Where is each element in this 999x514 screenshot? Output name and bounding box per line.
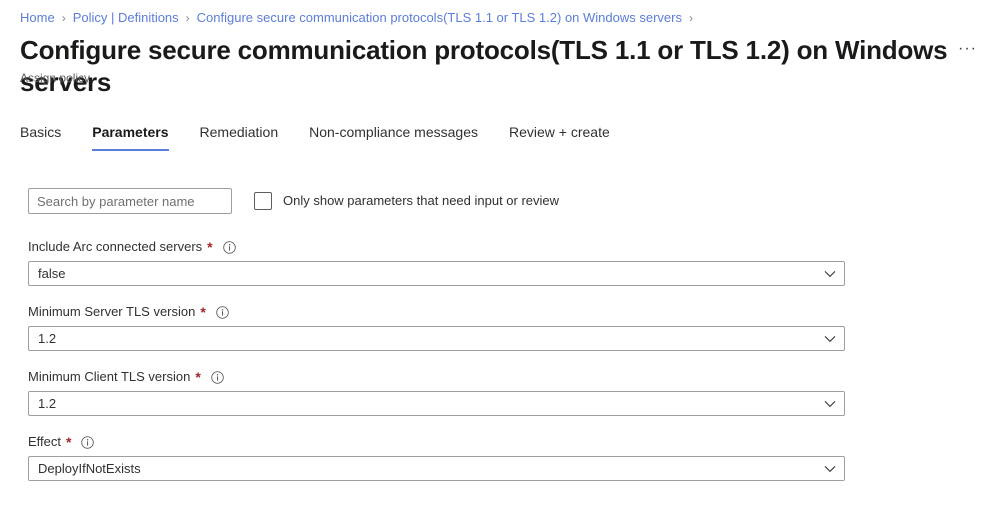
parameters-filter-row: Only show parameters that need input or … (28, 188, 979, 214)
minimum-server-tls-version-dropdown[interactable]: 1.2 (28, 326, 845, 351)
breadcrumb-item-policy-definition[interactable]: Configure secure communication protocols… (197, 9, 682, 27)
parameters-form: Include Arc connected servers * false Mi… (28, 238, 845, 481)
page-title: Configure secure communication protocols… (20, 35, 948, 97)
field-label: Minimum Client TLS version (28, 369, 191, 384)
breadcrumb-item-policy-definitions[interactable]: Policy | Definitions (73, 9, 179, 27)
field-label: Include Arc connected servers (28, 239, 203, 254)
info-icon[interactable] (211, 370, 224, 384)
info-icon[interactable] (216, 305, 229, 319)
field-minimum-server-tls-version: Minimum Server TLS version * 1.2 (28, 303, 845, 351)
breadcrumb: Home › Policy | Definitions › Configure … (20, 9, 979, 27)
minimum-client-tls-version-dropdown[interactable]: 1.2 (28, 391, 845, 416)
breadcrumb-separator-icon: › (185, 11, 190, 25)
page-subtitle: Assign policy (20, 71, 91, 85)
chevron-down-icon[interactable] (816, 327, 844, 350)
chevron-down-icon[interactable] (816, 262, 844, 285)
dropdown-selected-value: DeployIfNotExists (38, 461, 141, 476)
required-indicator: * (66, 434, 72, 450)
more-options-icon[interactable]: ··· (950, 34, 985, 64)
field-label-row: Minimum Client TLS version * (28, 368, 845, 386)
field-effect: Effect * DeployIfNotExists (28, 433, 845, 481)
tab-basics[interactable]: Basics (20, 122, 61, 151)
checkbox-label: Only show parameters that need input or … (283, 193, 560, 208)
field-include-arc-connected-servers: Include Arc connected servers * false (28, 238, 845, 286)
field-label: Effect (28, 434, 62, 449)
required-indicator: * (195, 369, 201, 385)
search-input[interactable] (28, 188, 232, 214)
field-label-row: Include Arc connected servers * (28, 238, 845, 256)
tab-parameters[interactable]: Parameters (92, 122, 169, 151)
page-header: Configure secure communication protocols… (20, 34, 985, 98)
include-arc-connected-servers-dropdown[interactable]: false (28, 261, 845, 286)
field-label-row: Effect * (28, 433, 845, 451)
chevron-down-icon[interactable] (816, 457, 844, 480)
dropdown-selected-value: 1.2 (38, 331, 57, 346)
info-icon[interactable] (81, 435, 95, 449)
assign-policy-page: Home › Policy | Definitions › Configure … (0, 0, 999, 514)
tab-remediation[interactable]: Remediation (200, 122, 279, 151)
checkbox-box-icon[interactable] (254, 192, 272, 210)
tab-review-create[interactable]: Review + create (509, 122, 610, 151)
field-minimum-client-tls-version: Minimum Client TLS version * 1.2 (28, 368, 845, 416)
breadcrumb-item-home[interactable]: Home (20, 9, 55, 27)
field-label: Minimum Server TLS version (28, 304, 196, 319)
only-show-needs-input-checkbox[interactable]: Only show parameters that need input or … (254, 192, 559, 210)
effect-dropdown[interactable]: DeployIfNotExists (28, 456, 845, 481)
breadcrumb-separator-icon: › (61, 11, 66, 25)
info-icon[interactable] (222, 240, 236, 254)
required-indicator: * (200, 304, 206, 320)
tab-non-compliance-messages[interactable]: Non-compliance messages (309, 122, 478, 151)
chevron-down-icon[interactable] (816, 392, 844, 415)
breadcrumb-separator-icon: › (688, 11, 693, 25)
wizard-tabs: Basics Parameters Remediation Non-compli… (20, 122, 999, 154)
field-label-row: Minimum Server TLS version * (28, 303, 845, 321)
dropdown-selected-value: false (38, 266, 66, 281)
dropdown-selected-value: 1.2 (38, 396, 57, 411)
required-indicator: * (207, 239, 213, 255)
